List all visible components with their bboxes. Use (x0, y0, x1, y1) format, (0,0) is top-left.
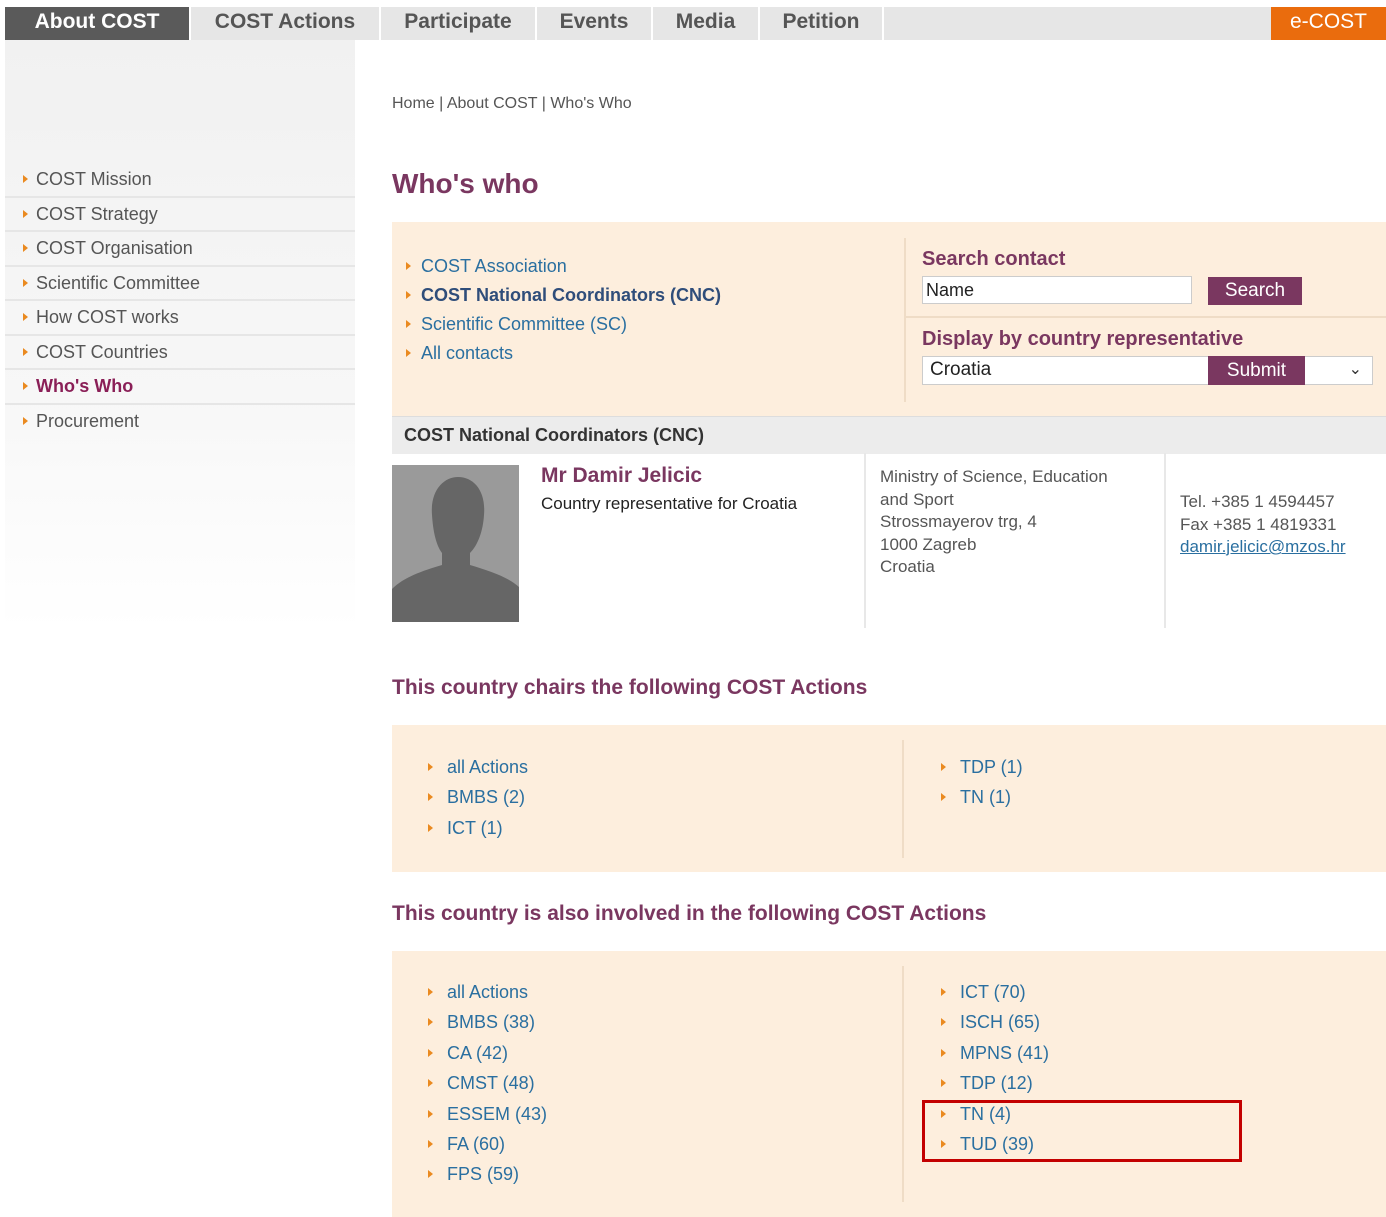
person-contact: Tel. +385 1 4594457 Fax +385 1 4819331 d… (1180, 491, 1346, 559)
action-link-fps[interactable]: FPS (59) (428, 1159, 547, 1189)
person-silhouette-icon (392, 465, 519, 622)
country-select[interactable]: Croatia ⌄ (922, 356, 1373, 385)
sidebar-menu: COST Mission COST Strategy COST Organisa… (5, 163, 355, 439)
action-link-bmbs[interactable]: BMBS (38) (428, 1007, 547, 1037)
sidebar-item-procurement[interactable]: Procurement (5, 405, 355, 440)
tab-participate[interactable]: Participate (381, 7, 537, 40)
breadcrumb: Home | About COST | Who's Who (392, 95, 632, 113)
address-line: Croatia (880, 557, 935, 576)
search-button[interactable]: Search (1208, 277, 1302, 305)
chairs-right-list: TDP (1) TN (1) (941, 752, 1023, 813)
sidebar-item-cost-organisation[interactable]: COST Organisation (5, 232, 355, 267)
action-link-all[interactable]: all Actions (428, 977, 547, 1007)
action-link-ict[interactable]: ICT (1) (428, 813, 528, 843)
action-link-tn[interactable]: TN (1) (941, 782, 1023, 812)
page-title: Who's who (392, 168, 539, 199)
tab-events[interactable]: Events (537, 7, 653, 40)
divider (864, 453, 866, 628)
involved-left-list: all Actions BMBS (38) CA (42) CMST (48) … (428, 977, 547, 1190)
action-link-ict[interactable]: ICT (70) (941, 977, 1049, 1007)
person-tel: Tel. +385 1 4594457 (1180, 492, 1335, 511)
action-link-bmbs[interactable]: BMBS (2) (428, 782, 528, 812)
avatar (392, 465, 519, 622)
action-link-cmst[interactable]: CMST (48) (428, 1068, 547, 1098)
address-line: and Sport (880, 489, 954, 509)
breadcrumb-about[interactable]: About COST (447, 95, 537, 112)
action-link-all[interactable]: all Actions (428, 752, 528, 782)
link-scientific-committee[interactable]: Scientific Committee (SC) (406, 310, 721, 339)
sidebar-item-cost-mission[interactable]: COST Mission (5, 163, 355, 198)
section-header: COST National Coordinators (CNC) (392, 416, 1386, 454)
address-line: Ministry of Science, Education (880, 467, 1108, 486)
chevron-down-icon: ⌄ (1348, 361, 1362, 378)
action-link-tdp[interactable]: TDP (1) (941, 752, 1023, 782)
breadcrumb-home[interactable]: Home (392, 95, 435, 112)
search-input[interactable] (922, 276, 1192, 304)
chairs-actions-panel: all Actions BMBS (2) ICT (1) TDP (1) TN … (392, 725, 1386, 872)
breadcrumb-separator: | (537, 95, 551, 112)
divider (904, 316, 1386, 318)
person-email-link[interactable]: damir.jelicic@mzos.hr (1180, 536, 1346, 559)
action-link-essem[interactable]: ESSEM (43) (428, 1099, 547, 1129)
chairs-left-list: all Actions BMBS (2) ICT (1) (428, 752, 528, 843)
top-navigation: About COST COST Actions Participate Even… (5, 7, 1386, 40)
divider (904, 238, 906, 402)
breadcrumb-current[interactable]: Who's Who (550, 95, 631, 112)
person-address: Ministry of Science, Education and Sport… (880, 466, 1108, 579)
divider (902, 740, 904, 858)
sidebar-item-whos-who[interactable]: Who's Who (5, 370, 355, 405)
filter-panel: COST Association COST National Coordinat… (392, 222, 1386, 416)
person-role: Country representative for Croatia (541, 494, 798, 513)
link-cnc[interactable]: COST National Coordinators (CNC) (406, 281, 721, 310)
country-select-value: Croatia (930, 359, 992, 380)
tab-cost-actions[interactable]: COST Actions (191, 7, 381, 40)
ecost-button[interactable]: e-COST (1271, 7, 1386, 40)
person-fax: Fax +385 1 4819331 (1180, 514, 1337, 534)
category-links: COST Association COST National Coordinat… (406, 252, 721, 368)
address-line: 1000 Zagreb (880, 534, 977, 554)
action-link-mpns[interactable]: MPNS (41) (941, 1038, 1049, 1068)
tab-media[interactable]: Media (653, 7, 760, 40)
divider (902, 966, 904, 1202)
sidebar-item-scientific-committee[interactable]: Scientific Committee (5, 267, 355, 301)
sidebar-item-how-cost-works[interactable]: How COST works (5, 301, 355, 336)
link-cost-association[interactable]: COST Association (406, 252, 721, 281)
action-link-isch[interactable]: ISCH (65) (941, 1007, 1049, 1037)
sidebar-item-cost-countries[interactable]: COST Countries (5, 336, 355, 370)
tab-petition[interactable]: Petition (760, 7, 884, 40)
address-line: Strossmayerov trg, 4 (880, 512, 1037, 531)
involved-section-title: This country is also involved in the fol… (392, 902, 987, 925)
divider (1164, 453, 1166, 628)
person-name[interactable]: Mr Damir Jelicic (541, 464, 702, 488)
submit-button[interactable]: Submit (1208, 356, 1305, 385)
involved-actions-panel: all Actions BMBS (38) CA (42) CMST (48) … (392, 951, 1386, 1217)
action-link-tdp[interactable]: TDP (12) (941, 1068, 1049, 1098)
chairs-section-title: This country chairs the following COST A… (392, 676, 868, 699)
action-link-fa[interactable]: FA (60) (428, 1129, 547, 1159)
breadcrumb-separator: | (434, 95, 447, 112)
search-contact-label: Search contact (922, 248, 1066, 270)
link-all-contacts[interactable]: All contacts (406, 339, 721, 368)
tab-about-cost[interactable]: About COST (5, 7, 191, 40)
highlight-box (922, 1100, 1242, 1162)
sidebar-item-cost-strategy[interactable]: COST Strategy (5, 198, 355, 232)
action-link-ca[interactable]: CA (42) (428, 1038, 547, 1068)
cnc-header-text: COST National Coordinators (CNC) (404, 425, 704, 445)
country-label: Display by country representative (922, 328, 1244, 350)
